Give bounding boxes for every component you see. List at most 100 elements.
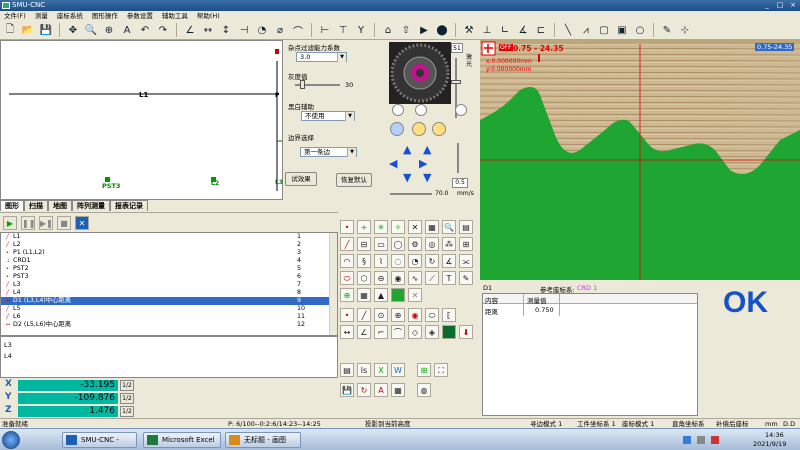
feature-row[interactable]: • PST3 6 xyxy=(1,273,337,281)
gear-tool-icon[interactable]: ⚙ xyxy=(408,237,422,251)
palette-icon[interactable]: ◍ xyxy=(417,383,431,397)
feature-row[interactable]: ╱ L3 7 xyxy=(1,281,337,289)
line-tool-icon[interactable]: ╱ xyxy=(340,237,354,251)
add-icon[interactable]: ⊕ xyxy=(340,288,354,302)
circle-tool-icon[interactable]: ◯ xyxy=(391,237,405,251)
stop-icon[interactable]: ■ xyxy=(57,215,71,230)
wave-tool-icon[interactable]: ∿ xyxy=(408,271,422,285)
run-icon[interactable]: ▶ xyxy=(417,23,431,37)
zoom-badge[interactable]: 0.75-24.35 xyxy=(755,43,795,51)
vertical-dim-icon[interactable]: ↕ xyxy=(219,23,233,37)
green-block-icon[interactable] xyxy=(391,288,405,302)
feature-row[interactable]: ╱ L5 10 xyxy=(1,305,337,313)
light-slider-thumb[interactable] xyxy=(451,80,461,84)
test-effect-button[interactable]: 试效果 xyxy=(285,172,317,186)
plus-circle-icon[interactable]: ⊕ xyxy=(391,308,405,322)
pipette-icon[interactable]: ✎ xyxy=(660,23,674,37)
feature-list-scrollbar[interactable] xyxy=(329,233,337,335)
zoom-icon[interactable]: 🔍 xyxy=(84,23,98,37)
star-point-icon[interactable]: ✳ xyxy=(374,220,388,234)
save-icon[interactable]: 💾 xyxy=(39,23,53,37)
z-up-arrow-icon[interactable]: ▲ xyxy=(423,143,431,156)
arc-icon[interactable]: ⌒ xyxy=(291,23,305,38)
undo-icon[interactable]: ↶ xyxy=(138,23,152,37)
move-left-arrow-icon[interactable]: ◀ xyxy=(389,157,397,170)
new-file-icon[interactable]: 🗋 xyxy=(3,23,17,37)
tab-graphics[interactable]: 图形 xyxy=(0,200,24,211)
angle-measure-icon[interactable]: ∡ xyxy=(516,23,530,37)
circle-center-icon[interactable]: ⊙ xyxy=(374,308,388,322)
parallel-dim-icon[interactable]: ⊣ xyxy=(237,23,251,37)
light-ring-icon[interactable] xyxy=(389,42,451,104)
tri-line-icon[interactable]: ⩘ xyxy=(579,23,593,37)
image-tool-icon[interactable]: ▦ xyxy=(425,220,439,234)
volume-tray-icon[interactable] xyxy=(697,436,705,444)
coaxial-light-icon[interactable] xyxy=(415,104,427,116)
layer-dim-icon[interactable]: ◈ xyxy=(425,325,439,339)
hat-icon[interactable]: ▲ xyxy=(374,288,388,302)
move-right-arrow-icon[interactable]: ▶ xyxy=(419,157,427,170)
network-tray-icon[interactable] xyxy=(683,436,691,444)
shield-tray-icon[interactable] xyxy=(711,436,719,444)
ring-tool-icon[interactable]: ◌ xyxy=(391,254,405,268)
task-excel[interactable]: Microsoft Excel ... xyxy=(143,432,221,448)
menu-coord-system[interactable]: 座标系统 xyxy=(57,11,83,21)
ring-light-icon[interactable] xyxy=(392,104,404,116)
edge-select[interactable]: 第一条边 ▼ xyxy=(300,147,357,157)
feature-row[interactable]: • P1 (L1,L2) 3 xyxy=(1,249,337,257)
tab-array[interactable]: 阵列测量 xyxy=(72,200,110,211)
bw-select[interactable]: 不使用 ▼ xyxy=(301,111,355,121)
radius-icon[interactable]: ◔ xyxy=(255,23,269,37)
feature-row[interactable]: ↔ D1 (L3,L4)中心距离 9 xyxy=(1,297,337,305)
top-light-icon[interactable] xyxy=(432,122,446,136)
report-ls-icon[interactable]: ls xyxy=(357,363,371,377)
step-icon[interactable]: ▶❚ xyxy=(39,215,53,230)
arc-fit-icon[interactable]: ◔ xyxy=(408,254,422,268)
x-ratio-button[interactable]: 1/2 xyxy=(120,380,134,391)
feature-row[interactable]: • PST2 5 xyxy=(1,265,337,273)
point-dim-icon[interactable]: • xyxy=(340,308,354,322)
chain-tool-icon[interactable]: ⫘ xyxy=(459,254,473,268)
refresh-icon[interactable]: ↻ xyxy=(357,383,371,397)
excel-icon[interactable]: X xyxy=(374,363,388,377)
excel-export-icon[interactable]: ✕ xyxy=(75,215,89,230)
move-down-arrow-icon[interactable]: ▼ xyxy=(403,171,411,184)
y-measure-icon[interactable]: Y xyxy=(354,23,368,37)
fit-view-icon[interactable]: ⛶ xyxy=(434,363,448,377)
rect-line-icon[interactable]: ▭ xyxy=(374,237,388,251)
ellipse-tool-icon[interactable]: ⬭ xyxy=(340,271,354,285)
hexagon-tool-icon[interactable]: ⬡ xyxy=(357,271,371,285)
surface-light-icon[interactable] xyxy=(390,122,404,136)
curve-tool-icon[interactable]: ⌇ xyxy=(374,254,388,268)
corner-dim-icon[interactable]: ⌐ xyxy=(374,325,388,339)
z-ratio-button[interactable]: 1/2 xyxy=(120,406,134,417)
frame-icon[interactable]: ▣ xyxy=(615,23,629,37)
download-icon[interactable]: ⬇ xyxy=(459,325,473,339)
circle-grid-icon[interactable]: ⊞ xyxy=(459,237,473,251)
level-icon[interactable]: ⊏ xyxy=(534,23,548,37)
y-ratio-button[interactable]: 1/2 xyxy=(120,393,134,404)
tab-scan[interactable]: 扫描 xyxy=(24,200,48,211)
spline-tool-icon[interactable]: § xyxy=(357,254,371,268)
letter-t-icon[interactable]: T xyxy=(442,271,456,285)
feature-row[interactable]: ╱ L2 2 xyxy=(1,241,337,249)
h-measure-icon[interactable]: ⊢ xyxy=(318,23,332,37)
delete-point-icon[interactable]: ✕ xyxy=(408,220,422,234)
stop-icon[interactable]: ⬤ xyxy=(435,23,449,37)
menu-help[interactable]: 帮助(H) xyxy=(197,11,220,21)
word-icon[interactable]: W xyxy=(391,363,405,377)
menu-file[interactable]: 文件(F) xyxy=(4,11,26,21)
z-down-arrow-icon[interactable]: ▼ xyxy=(423,171,431,184)
bracket-dim-icon[interactable]: ⟦ xyxy=(442,308,456,322)
crosshair-tool-icon[interactable]: ⊹ xyxy=(678,23,692,37)
oval-dim-icon[interactable]: ⬭ xyxy=(425,308,439,322)
feature-row[interactable]: ⊥ CRD1 4 xyxy=(1,257,337,265)
v-measure-icon[interactable]: ⊤ xyxy=(336,23,350,37)
arc-tool-icon[interactable]: ◠ xyxy=(340,254,354,268)
pause-icon[interactable]: ❚❚ xyxy=(21,215,35,230)
step-slider-track[interactable] xyxy=(457,143,459,173)
menu-parameters[interactable]: 参数设置 xyxy=(127,11,153,21)
rotate-tool-icon[interactable]: ↻ xyxy=(425,254,439,268)
point-tool-icon[interactable]: • xyxy=(340,220,354,234)
eye-dim-icon[interactable]: ◉ xyxy=(408,308,422,322)
